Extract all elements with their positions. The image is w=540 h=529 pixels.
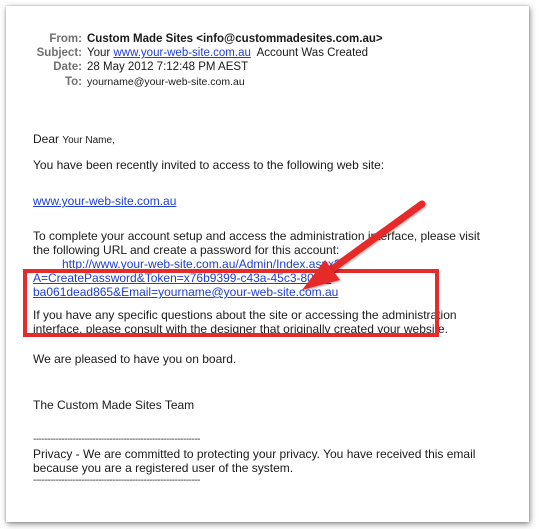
red-arrow-icon xyxy=(302,200,426,290)
email-message: From: Custom Made Sites <info@custommade… xyxy=(6,6,529,522)
